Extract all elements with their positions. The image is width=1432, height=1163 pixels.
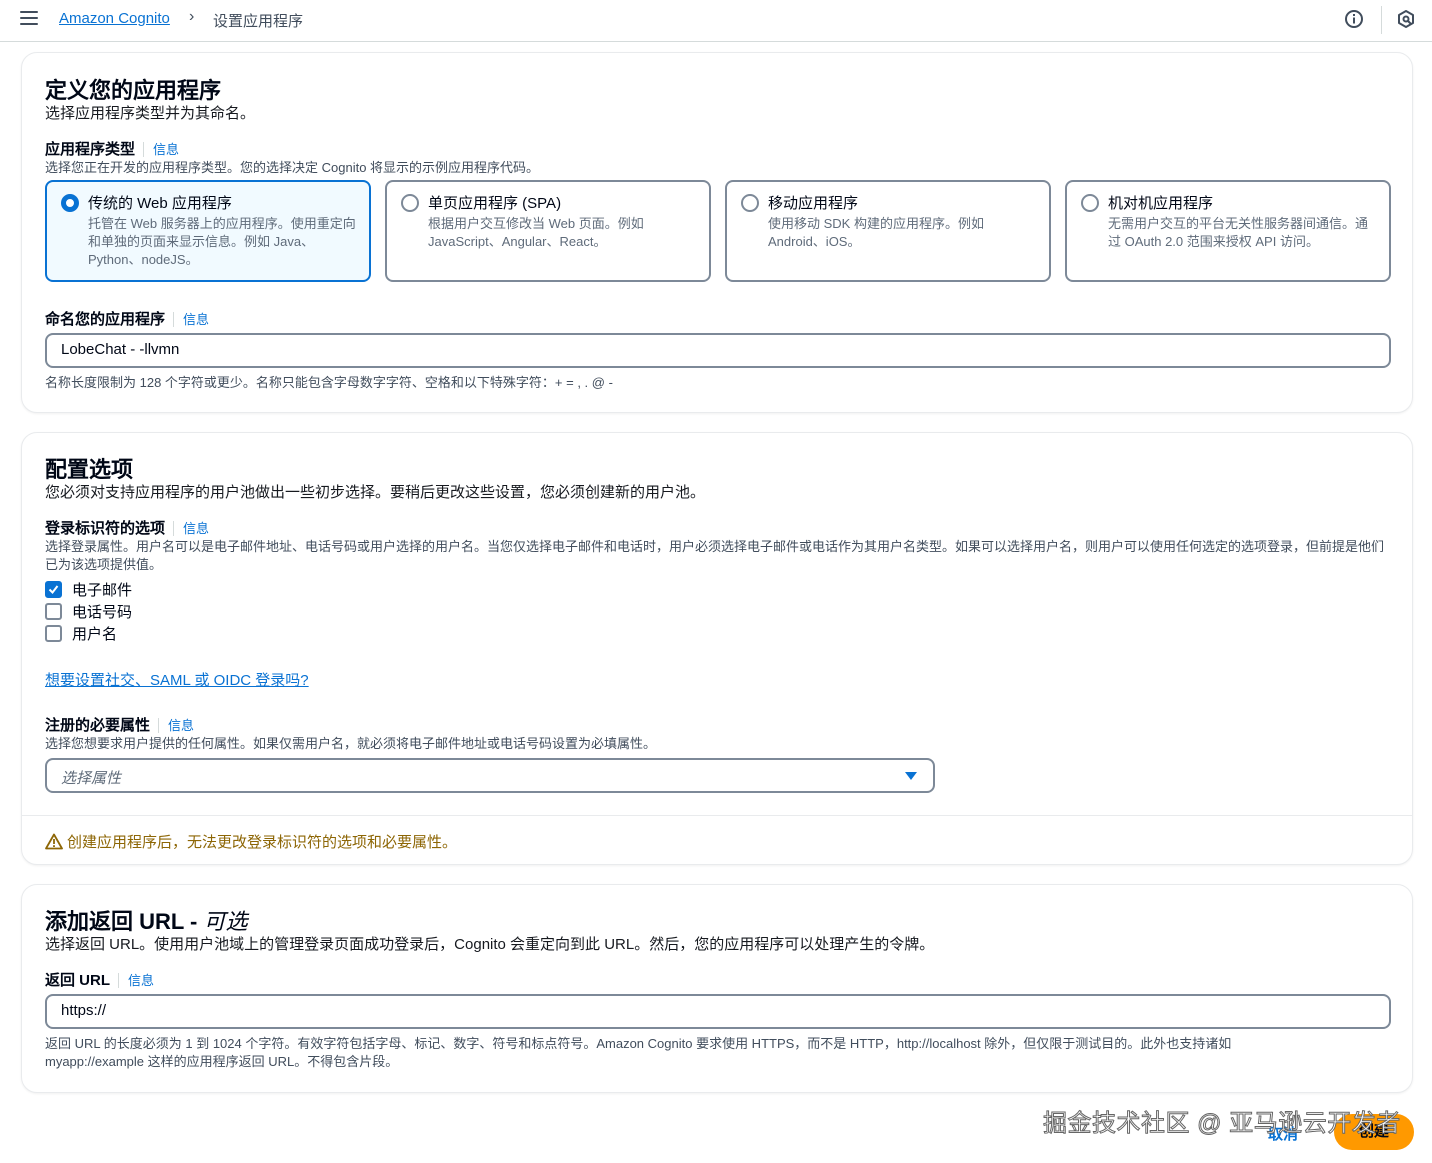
return-url-constraint: 返回 URL 的长度必须为 1 到 1024 个字符。有效字符包括字母、标记、数…: [45, 1036, 1232, 1069]
app-type-info-link[interactable]: 信息: [143, 142, 180, 157]
return-url-info-link[interactable]: 信息: [118, 973, 155, 988]
caret-down-icon: [905, 772, 917, 780]
radio-unselected[interactable]: [741, 194, 759, 212]
breadcrumb-service-link[interactable]: Amazon Cognito: [59, 10, 170, 27]
menu-icon[interactable]: [20, 11, 38, 27]
config-options-panel: 配置选项 您必须对支持应用程序的用户池做出一些初步选择。要稍后更改这些设置，您必…: [21, 432, 1413, 865]
app-name-info-link[interactable]: 信息: [173, 312, 210, 327]
radio-selected[interactable]: [61, 194, 79, 212]
top-navigation: Amazon Cognito › 设置应用程序: [0, 0, 1432, 42]
checkbox-label: 电子邮件: [72, 582, 133, 599]
select-placeholder: 选择属性: [61, 770, 122, 787]
radio-unselected[interactable]: [1081, 194, 1099, 212]
return-url-panel: 添加返回 URL - 可选 选择返回 URL。使用用户池域上的管理登录页面成功登…: [21, 884, 1413, 1093]
signin-info-link[interactable]: 信息: [173, 521, 210, 536]
breadcrumb-separator-icon: ›: [189, 8, 195, 25]
check-icon: [48, 585, 59, 595]
return-url-optional: 可选: [203, 909, 248, 934]
tile-mobile[interactable]: 移动应用程序 使用移动 SDK 构建的应用程序。例如 Android、iOS。: [725, 180, 1051, 282]
notification-icon[interactable]: [1396, 9, 1416, 29]
define-app-description: 选择应用程序类型并为其命名。: [45, 105, 256, 122]
tile-traditional-web[interactable]: 传统的 Web 应用程序 托管在 Web 服务器上的应用程序。使用重定向和单独的…: [45, 180, 371, 282]
config-title: 配置选项: [45, 457, 134, 482]
tile-title: 单页应用程序 (SPA): [428, 195, 562, 212]
tile-title: 传统的 Web 应用程序: [88, 195, 232, 212]
tile-description: 无需用户交互的平台无关性服务器间通信。通过 OAuth 2.0 范围来授权 AP…: [1108, 216, 1369, 249]
warning-divider: [22, 815, 1412, 816]
signin-options-label-text: 登录标识符的选项: [45, 520, 166, 537]
attributes-select[interactable]: 选择属性: [45, 758, 935, 793]
checkbox-checked[interactable]: [45, 581, 62, 598]
required-attributes-label-text: 注册的必要属性: [45, 717, 151, 734]
radio-unselected[interactable]: [401, 194, 419, 212]
tile-title: 机对机应用程序: [1108, 195, 1214, 212]
info-circle-icon[interactable]: [1344, 9, 1364, 29]
social-login-link[interactable]: 想要设置社交、SAML 或 OIDC 登录吗?: [45, 669, 309, 690]
return-url-description: 选择返回 URL。使用用户池域上的管理登录页面成功登录后，Cognito 会重定…: [45, 936, 935, 953]
tile-description: 根据用户交互修改当 Web 页面。例如 JavaScript、Angular、R…: [428, 216, 644, 249]
checkbox-unchecked[interactable]: [45, 603, 62, 620]
return-url-label-text: 返回 URL: [45, 972, 110, 989]
tile-description: 使用移动 SDK 构建的应用程序。例如 Android、iOS。: [768, 216, 984, 249]
return-url-input[interactable]: https://: [45, 994, 1391, 1029]
app-name-input[interactable]: LobeChat - -llvmn: [45, 333, 1391, 368]
app-type-description: 选择您正在开发的应用程序类型。您的选择决定 Cognito 将显示的示例应用程序…: [45, 160, 540, 175]
tile-spa[interactable]: 单页应用程序 (SPA) 根据用户交互修改当 Web 页面。例如 JavaScr…: [385, 180, 711, 282]
warning-text: 创建应用程序后，无法更改登录标识符的选项和必要属性。: [67, 834, 458, 851]
return-url-title-text: 添加返回 URL -: [45, 909, 204, 934]
return-url-title: 添加返回 URL - 可选: [45, 904, 248, 936]
app-type-label: 应用程序类型 信息: [45, 138, 180, 159]
breadcrumb-current: 设置应用程序: [213, 13, 304, 30]
checkbox-unchecked[interactable]: [45, 625, 62, 642]
warning-icon: [45, 833, 63, 850]
tile-machine-to-machine[interactable]: 机对机应用程序 无需用户交互的平台无关性服务器间通信。通过 OAuth 2.0 …: [1065, 180, 1391, 282]
required-attributes-label: 注册的必要属性 信息: [45, 714, 195, 735]
tile-description: 托管在 Web 服务器上的应用程序。使用重定向和单独的页面来显示信息。例如 Ja…: [88, 216, 356, 267]
app-name-label-text: 命名您的应用程序: [45, 311, 166, 328]
checkbox-label: 电话号码: [72, 604, 133, 621]
top-divider: [1381, 6, 1382, 34]
required-info-link[interactable]: 信息: [158, 718, 195, 733]
signin-description: 选择登录属性。用户名可以是电子邮件地址、电话号码或用户选择的用户名。当您仅选择电…: [45, 539, 1385, 572]
define-app-title: 定义您的应用程序: [45, 78, 222, 103]
app-type-label-text: 应用程序类型: [45, 141, 136, 158]
watermark: 掘金技术社区 @ 亚马逊云开发者: [1043, 1110, 1401, 1138]
signin-options-label: 登录标识符的选项 信息: [45, 517, 210, 538]
define-app-panel: 定义您的应用程序 选择应用程序类型并为其命名。 应用程序类型 信息 选择您正在开发…: [21, 52, 1413, 413]
config-description: 您必须对支持应用程序的用户池做出一些初步选择。要稍后更改这些设置，您必须创建新的…: [45, 484, 706, 501]
return-url-label: 返回 URL 信息: [45, 969, 155, 990]
app-name-constraint: 名称长度限制为 128 个字符或更少。名称只能包含字母数字字符、空格和以下特殊字…: [45, 375, 613, 390]
checkbox-label: 用户名: [72, 626, 118, 643]
warning-message: 创建应用程序后，无法更改登录标识符的选项和必要属性。: [45, 831, 457, 852]
tile-title: 移动应用程序: [768, 195, 859, 212]
app-name-label: 命名您的应用程序 信息: [45, 308, 210, 329]
required-attributes-description: 选择您想要求用户提供的任何属性。如果仅需用户名，就必须将电子邮件地址或电话号码设…: [45, 736, 657, 751]
